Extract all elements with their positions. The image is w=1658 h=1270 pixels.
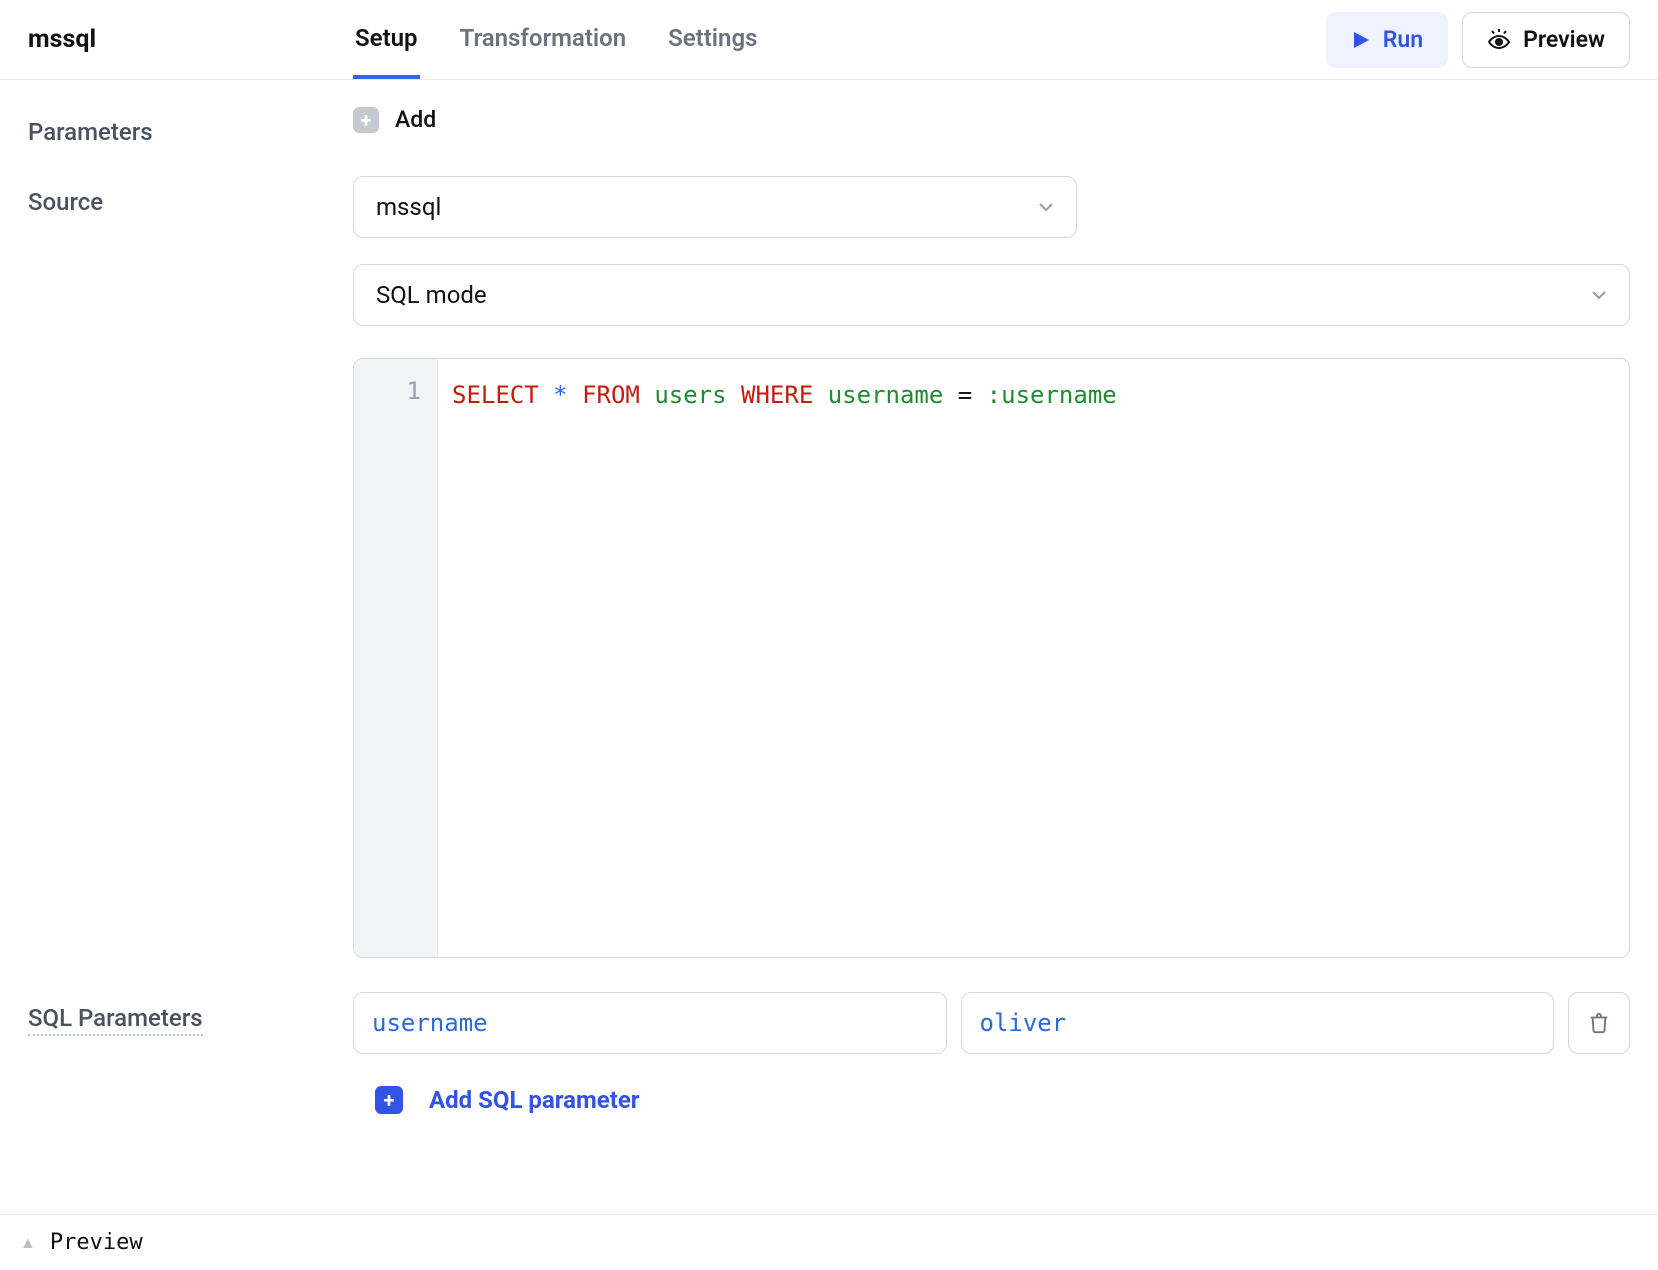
header-actions: Run Preview bbox=[1326, 12, 1630, 68]
eye-icon bbox=[1487, 28, 1511, 52]
body: Parameters + Add Source mssql SQL mode bbox=[0, 80, 1658, 1114]
source-select-value: mssql bbox=[376, 193, 441, 221]
mode-select-value: SQL mode bbox=[376, 281, 487, 309]
tab-transformation[interactable]: Transformation bbox=[458, 0, 629, 79]
sql-parameters-label: SQL Parameters bbox=[28, 992, 203, 1036]
delete-sql-parameter-button[interactable] bbox=[1568, 992, 1630, 1054]
add-sql-parameter-button[interactable]: + Add SQL parameter bbox=[375, 1086, 640, 1114]
sql-parameters-row: SQL Parameters + Add SQ bbox=[28, 992, 1630, 1114]
chevron-down-icon bbox=[1589, 285, 1609, 305]
chevron-down-icon bbox=[1036, 197, 1056, 217]
parameters-row: Parameters + Add bbox=[28, 106, 1630, 146]
editor-code[interactable]: SELECT * FROM users WHERE username = :us… bbox=[438, 359, 1629, 957]
caret-up-icon: ▲ bbox=[20, 1233, 36, 1253]
preview-panel-label: Preview bbox=[50, 1230, 143, 1255]
tabs: Setup Transformation Settings bbox=[353, 0, 759, 79]
sql-editor[interactable]: 1 SELECT * FROM users WHERE username = :… bbox=[353, 358, 1630, 958]
preview-button-label: Preview bbox=[1523, 26, 1605, 53]
trash-icon bbox=[1588, 1012, 1610, 1034]
tab-label: Setup bbox=[355, 24, 418, 52]
source-label: Source bbox=[28, 176, 353, 216]
line-number: 1 bbox=[354, 377, 421, 405]
sql-parameter-key-input[interactable] bbox=[353, 992, 947, 1054]
source-select[interactable]: mssql bbox=[353, 176, 1077, 238]
tab-label: Transformation bbox=[460, 24, 627, 52]
editor-gutter: 1 bbox=[354, 359, 438, 957]
add-parameter-button[interactable]: + Add bbox=[353, 106, 436, 133]
add-parameter-label: Add bbox=[395, 106, 436, 133]
resource-name[interactable]: mssql bbox=[28, 25, 353, 54]
tab-setup[interactable]: Setup bbox=[353, 0, 420, 79]
plus-icon: + bbox=[353, 107, 379, 133]
run-button[interactable]: Run bbox=[1326, 12, 1448, 68]
parameters-label: Parameters bbox=[28, 106, 353, 146]
tab-label: Settings bbox=[668, 24, 757, 52]
tab-settings[interactable]: Settings bbox=[666, 0, 759, 79]
run-button-label: Run bbox=[1383, 26, 1423, 53]
add-sql-parameter-label: Add SQL parameter bbox=[429, 1086, 640, 1114]
preview-panel-bar[interactable]: ▲ Preview bbox=[0, 1214, 1658, 1270]
source-row: Source mssql SQL mode 1 SELECT * FROM us… bbox=[28, 176, 1630, 958]
play-icon bbox=[1351, 30, 1371, 50]
header: mssql Setup Transformation Settings Run bbox=[0, 0, 1658, 80]
sql-parameter-row bbox=[353, 992, 1630, 1054]
mode-select[interactable]: SQL mode bbox=[353, 264, 1630, 326]
plus-icon: + bbox=[375, 1086, 403, 1114]
sql-parameter-value-input[interactable] bbox=[961, 992, 1555, 1054]
preview-button[interactable]: Preview bbox=[1462, 12, 1630, 68]
